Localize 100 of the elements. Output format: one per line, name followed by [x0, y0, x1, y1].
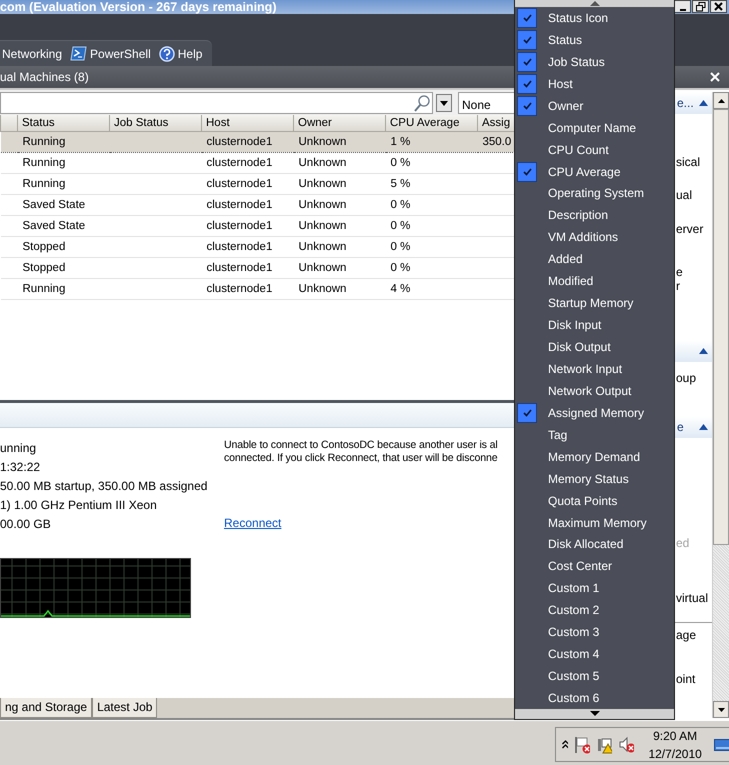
menu-item[interactable]: Status Icon — [515, 6, 674, 29]
checkbox[interactable] — [517, 52, 537, 72]
checkbox[interactable] — [517, 8, 537, 28]
menu-item[interactable]: Disk Output — [515, 336, 674, 358]
menu-item[interactable]: Memory Status — [515, 468, 674, 490]
table-cell: Running — [22, 156, 66, 169]
search-field[interactable] — [0, 92, 433, 114]
action-item[interactable]: virtual — [676, 591, 712, 605]
table-cell: clusternode1 — [206, 240, 272, 253]
table-cell: clusternode1 — [206, 198, 272, 211]
menu-item[interactable]: Added — [515, 248, 674, 270]
collapse-icon[interactable] — [699, 348, 708, 354]
check-icon — [522, 80, 532, 88]
detail-value: 00.00 GB — [0, 516, 52, 534]
menu-item[interactable]: Assigned Memory — [515, 402, 674, 424]
menu-item[interactable]: Computer Name — [515, 116, 674, 139]
table-row[interactable]: Stopped clusternode1 Unknown 0 % — [0, 258, 514, 279]
action-item[interactable]: sical — [676, 155, 712, 169]
action-item[interactable]: ual — [676, 188, 712, 202]
menu-item[interactable]: Disk Allocated — [515, 533, 674, 556]
column-header[interactable]: Status — [18, 114, 110, 132]
column-header[interactable]: Host — [202, 114, 294, 132]
action-item[interactable]: erver — [676, 222, 712, 236]
scroll-down-icon[interactable] — [590, 711, 600, 716]
menu-item[interactable]: Custom 2 — [515, 599, 674, 622]
collapse-icon[interactable] — [699, 100, 708, 106]
minimize-button[interactable] — [674, 0, 691, 13]
close-icon[interactable] — [710, 72, 720, 82]
filter-field[interactable]: None — [458, 92, 514, 114]
column-header[interactable]: Owner — [294, 114, 386, 132]
reconnect-link[interactable]: Reconnect — [224, 514, 282, 532]
menu-item[interactable]: Owner — [515, 94, 674, 117]
checkbox[interactable] — [517, 74, 537, 94]
menu-item[interactable]: Memory Demand — [515, 446, 674, 468]
checkbox[interactable] — [517, 402, 537, 423]
menu-item[interactable]: Network Input — [515, 358, 674, 380]
menu-item[interactable]: Network Output — [515, 380, 674, 402]
menu-item[interactable]: Custom 4 — [515, 643, 674, 666]
checkbox[interactable] — [517, 30, 537, 50]
menu-item[interactable]: VM Additions — [515, 226, 674, 248]
menu-item[interactable]: Custom 1 — [515, 577, 674, 600]
menu-item[interactable]: Host — [515, 72, 674, 95]
menu-item[interactable]: Custom 3 — [515, 621, 674, 644]
menu-item[interactable]: Custom 6 — [515, 687, 674, 709]
detail-value: 1:32:22 — [0, 459, 42, 476]
flag-icon[interactable] — [574, 736, 590, 754]
column-header[interactable]: CPU Average — [386, 114, 478, 132]
show-desktop-icon[interactable] — [714, 738, 729, 750]
column-header[interactable]: Assig — [478, 114, 514, 132]
action-item[interactable]: oint — [676, 672, 712, 686]
speaker-icon[interactable] — [618, 736, 634, 754]
table-row[interactable]: Saved State clusternode1 Unknown 0 % — [0, 194, 514, 216]
scroll-down-icon[interactable] — [718, 708, 725, 712]
table-row[interactable]: Stopped clusternode1 Unknown 0 % — [0, 236, 514, 258]
menu-item[interactable]: Disk Input — [515, 314, 674, 336]
toolbar-tab[interactable]: Networking — [2, 44, 62, 62]
action-item[interactable]: e — [676, 265, 712, 279]
section-title: e... — [677, 95, 694, 112]
table-cell: Saved State — [22, 220, 86, 232]
table-row[interactable]: Running clusternode1 Unknown 5 % — [0, 174, 514, 195]
details-tab[interactable]: ng and Storage — [0, 698, 92, 718]
menu-item[interactable]: CPU Average — [515, 160, 674, 182]
network-icon[interactable] — [596, 736, 612, 754]
close-button[interactable] — [710, 0, 727, 13]
menu-item[interactable]: Tag — [515, 424, 674, 446]
table-cell: clusternode1 — [206, 136, 272, 148]
chevron-icon[interactable] — [562, 740, 568, 749]
action-item[interactable]: oup — [676, 371, 712, 385]
action-item[interactable]: r — [676, 279, 712, 293]
column-header[interactable]: Job Status — [110, 114, 202, 132]
menu-item[interactable]: Startup Memory — [515, 292, 674, 314]
table-row[interactable]: Saved State clusternode1 Unknown 0 % — [0, 216, 514, 237]
menu-item[interactable]: Status — [515, 28, 674, 51]
menu-item[interactable]: Job Status — [515, 50, 674, 73]
table-row[interactable]: Running clusternode1 Unknown 1 % 350.0 — [0, 132, 514, 153]
menu-item[interactable]: Maximum Memory — [515, 512, 674, 534]
details-tab[interactable]: Latest Job — [92, 698, 158, 718]
clock-date: 12/7/2010 — [648, 746, 702, 762]
action-item[interactable]: age — [676, 628, 712, 642]
scrollbar[interactable] — [712, 92, 729, 718]
checkbox[interactable] — [517, 96, 537, 116]
toolbar-tab[interactable]: Help — [158, 44, 202, 62]
table-cell: Stopped — [22, 262, 66, 274]
menu-item[interactable]: CPU Count — [515, 138, 674, 161]
scroll-up-icon[interactable] — [718, 98, 725, 102]
collapse-icon[interactable] — [699, 424, 708, 430]
dropdown-button[interactable] — [436, 94, 452, 112]
menu-item[interactable]: Custom 5 — [515, 665, 674, 688]
menu-item[interactable]: Operating System — [515, 182, 674, 204]
table-row[interactable]: Running clusternode1 Unknown 0 % — [0, 152, 514, 174]
table-row[interactable]: Running clusternode1 Unknown 4 % — [0, 278, 514, 300]
clock-time: 9:20 AM — [652, 728, 698, 744]
table-cell: clusternode1 — [206, 220, 272, 232]
restore-button[interactable] — [692, 0, 709, 13]
menu-item[interactable]: Modified — [515, 270, 674, 292]
toolbar-tab[interactable]: PowerShell — [70, 44, 151, 62]
menu-item[interactable]: Description — [515, 204, 674, 226]
checkbox[interactable] — [517, 162, 537, 182]
menu-item[interactable]: Cost Center — [515, 555, 674, 578]
menu-item[interactable]: Quota Points — [515, 490, 674, 512]
